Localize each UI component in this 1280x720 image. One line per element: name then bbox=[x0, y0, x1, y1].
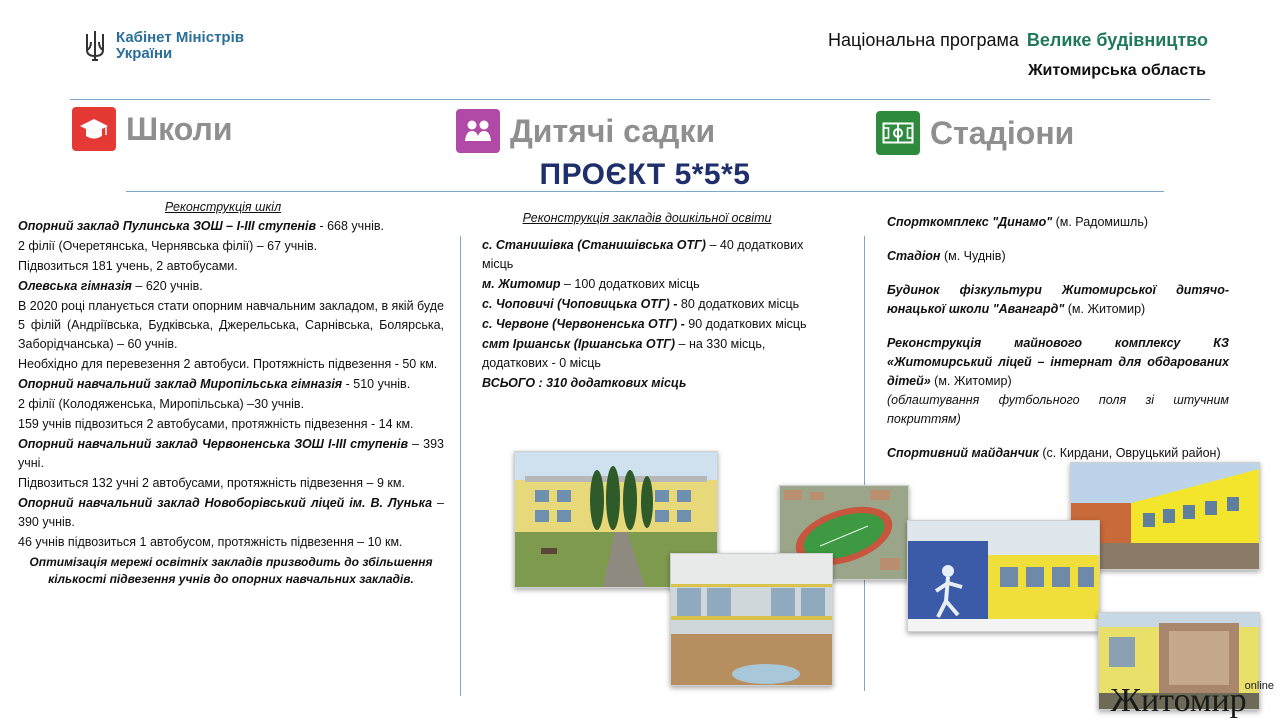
football-field-icon bbox=[876, 111, 920, 155]
schools-column: Реконструкція шкіл Опорний заклад Пулинс… bbox=[18, 198, 444, 588]
section-divider bbox=[126, 191, 1164, 192]
category-label: Дитячі садки bbox=[510, 112, 716, 149]
stadiums-column: Спорткомплекс "Динамо" (м. Радомишль) Ст… bbox=[887, 213, 1229, 478]
stadium-item: Стадіон (м. Чуднів) bbox=[887, 249, 1006, 263]
kindergarten-item: с. Чоповичі (Чоповицька ОТГ) - 80 додатк… bbox=[482, 297, 800, 311]
stadium-note: (облаштування футбольного поля зі штучни… bbox=[887, 393, 1229, 426]
logo-line2: України bbox=[116, 45, 173, 62]
kindergarten-item: м. Житомир – 100 додаткових місць bbox=[482, 277, 700, 291]
category-stadiums: Стадіони bbox=[876, 111, 1074, 155]
school-detail: Підвозиться 181 учень, 2 автобусами. bbox=[18, 259, 238, 273]
category-label: Школи bbox=[126, 110, 233, 147]
category-kindergartens: Дитячі садки bbox=[456, 109, 715, 153]
school-detail: 159 учнів підвозиться 2 автобусами, прот… bbox=[18, 417, 414, 431]
stadium-item: Спорткомплекс "Динамо" (м. Радомишль) bbox=[887, 215, 1148, 229]
column-separator bbox=[460, 236, 461, 696]
school-detail: 2 філії (Очеретянська, Чернявська філії)… bbox=[18, 239, 318, 253]
category-schools: Школи bbox=[72, 107, 233, 151]
watermark-sub: online bbox=[1244, 680, 1274, 692]
school-detail: 2 філії (Колодяженська, Миропільська) –3… bbox=[18, 397, 305, 411]
stadium-item: Будинок фізкультури Житомирської дитячо-… bbox=[887, 283, 1229, 316]
school-detail: Підвозиться 132 учні 2 автобусами, протя… bbox=[18, 476, 405, 490]
school-item: Опорний навчальний заклад Червоненська З… bbox=[18, 437, 444, 470]
logo-text: Кабінет Міністрів України bbox=[116, 30, 276, 62]
children-icon bbox=[456, 109, 500, 153]
sports-building-photo bbox=[907, 520, 1100, 632]
schools-conclusion: Оптимізація мережі освітніх закладів при… bbox=[29, 555, 433, 586]
schools-heading: Реконструкція шкіл bbox=[164, 200, 282, 214]
trident-emblem-icon bbox=[86, 31, 104, 61]
region-label: Житомирська область bbox=[1028, 62, 1206, 79]
logo-line1: Кабінет Міністрів bbox=[116, 29, 244, 46]
school-item: Опорний заклад Пулинська ЗОШ – І-ІІІ сту… bbox=[18, 219, 384, 233]
kindergartens-column: Реконструкція закладів дошкільної освіти… bbox=[482, 209, 812, 394]
category-label: Стадіони bbox=[930, 114, 1075, 151]
program-label: Національна програма bbox=[828, 30, 1019, 50]
watermark-main: Житомир bbox=[1110, 682, 1247, 719]
kindergarten-item: с. Станишівка (Станишівська ОТГ) – 40 до… bbox=[482, 238, 804, 271]
project-title: ПРОЄКТ 5*5*5 bbox=[539, 158, 751, 191]
program-name: Велике будівництво bbox=[1026, 30, 1208, 50]
top-divider bbox=[70, 99, 1210, 100]
column-separator bbox=[864, 236, 865, 691]
school-item: Опорний навчальний заклад Новоборівський… bbox=[18, 496, 444, 529]
stadium-item: Реконструкція майнового комплексу КЗ «Жи… bbox=[887, 336, 1229, 426]
kindergarten-item: смт Іршанськ (Іршанська ОТГ) – на 330 мі… bbox=[482, 337, 766, 370]
school-detail: В 2020 році планується стати опорним нав… bbox=[18, 299, 444, 351]
program-line: Національна програма Велике будівництво bbox=[828, 30, 1208, 51]
school-item: Опорний навчальний заклад Миропільська г… bbox=[18, 377, 411, 391]
graduation-cap-icon bbox=[72, 107, 116, 151]
gym-interior-photo bbox=[670, 553, 833, 686]
stadium-item: Спортивний майданчик (с. Кирдани, Овруць… bbox=[887, 446, 1221, 460]
school-detail: Необхідно для перевезення 2 автобуси. Пр… bbox=[18, 357, 438, 371]
kindergartens-heading: Реконструкція закладів дошкільної освіти bbox=[522, 211, 772, 225]
school-detail: 46 учнів підвозиться 1 автобусом, протяж… bbox=[18, 535, 403, 549]
school-item: Олевська гімназія – 620 учнів. bbox=[18, 279, 203, 293]
kindergartens-total: ВСЬОГО : 310 додаткових місць bbox=[482, 376, 687, 390]
kindergarten-item: с. Червоне (Червоненська ОТГ) - 90 додат… bbox=[482, 317, 807, 331]
watermark: Житомир online bbox=[1110, 680, 1275, 719]
